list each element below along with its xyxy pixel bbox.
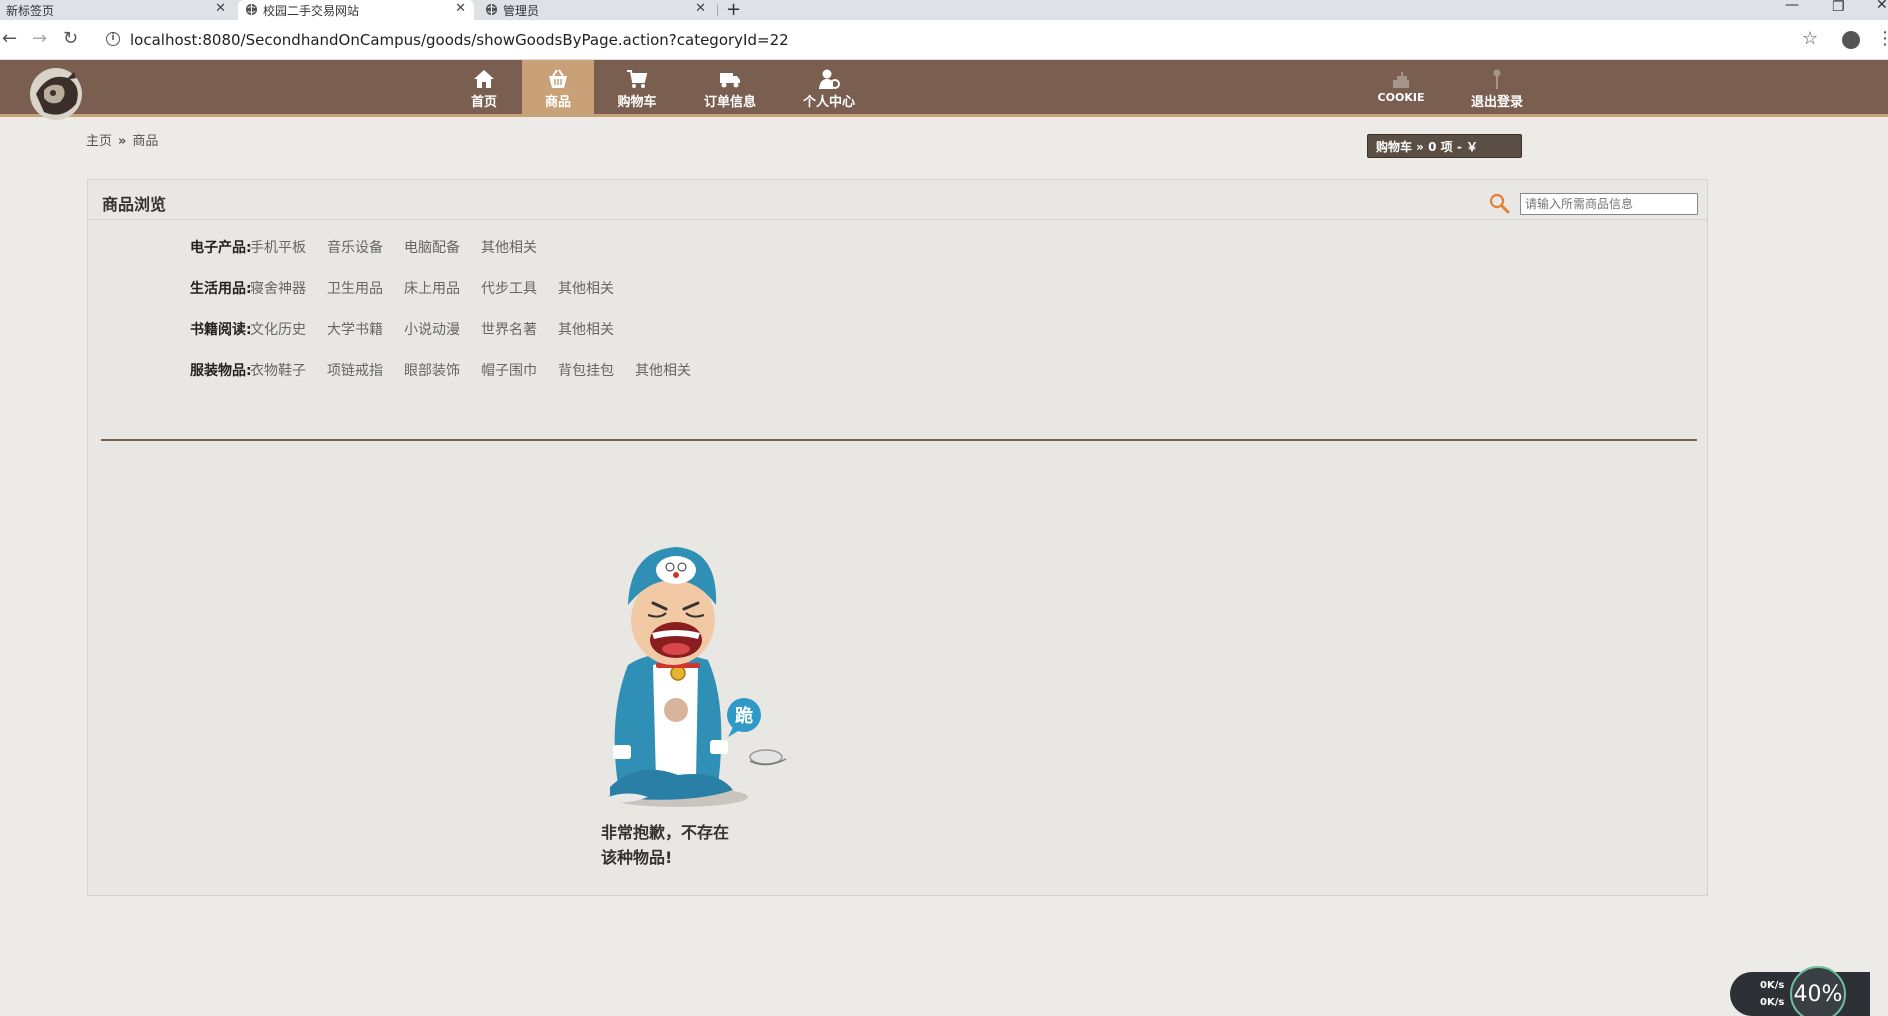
url-text[interactable]: localhost:8080/SecondhandOnCampus/goods/… — [130, 31, 789, 49]
breadcrumb: 主页 » 商品 — [86, 130, 158, 149]
category-label: 生活用品: — [190, 281, 252, 297]
home-icon — [474, 70, 494, 88]
tab-campus-site[interactable]: 校园二手交易网站 ✕ — [238, 0, 474, 20]
search-input[interactable] — [1520, 193, 1698, 215]
globe-icon — [485, 3, 498, 16]
nav-goods[interactable]: 商品 — [522, 60, 594, 117]
nav-home-label: 首页 — [470, 95, 497, 110]
panel-title: 商品浏览 — [102, 195, 167, 214]
breadcrumb-home[interactable]: 主页 — [86, 134, 112, 149]
nav-orders-label: 订单信息 — [703, 95, 756, 110]
nav-goods-label: 商品 — [544, 95, 571, 110]
upload-speed: 0K/s — [1760, 980, 1785, 991]
back-icon[interactable]: ← — [2, 28, 17, 49]
category-link[interactable]: 帽子围巾 — [481, 360, 537, 380]
site-logo[interactable] — [22, 64, 90, 122]
minimize-icon[interactable]: — — [1785, 0, 1799, 13]
category-link[interactable]: 其他相关 — [635, 360, 691, 380]
category-link[interactable]: 代步工具 — [481, 278, 537, 298]
crying-character-illustration: 跪 — [608, 547, 787, 807]
download-speed: 0K/s — [1760, 997, 1785, 1008]
category-link[interactable]: 世界名著 — [481, 319, 537, 339]
category-link[interactable]: 其他相关 — [481, 237, 537, 257]
tab-new-tab[interactable]: 新标签页 ✕ — [0, 0, 234, 20]
category-link[interactable]: 背包挂包 — [558, 360, 614, 380]
category-label: 书籍阅读: — [190, 322, 252, 338]
info-icon[interactable]: i — [106, 32, 120, 46]
network-speed-widget[interactable]: 0K/s 0K/s 40% — [1730, 966, 1870, 1016]
category-link[interactable]: 小说动漫 — [404, 319, 460, 339]
close-window-icon[interactable]: ✕ — [1876, 0, 1888, 13]
category-link[interactable]: 床上用品 — [404, 278, 460, 298]
category-link[interactable]: 眼部装饰 — [404, 360, 460, 380]
panel-header: 商品浏览 — [88, 180, 1707, 220]
restore-icon[interactable]: ❐ — [1832, 0, 1845, 15]
tab-admin[interactable]: 管理员 ✕ — [478, 0, 714, 20]
nav-cart[interactable]: 购物车 — [604, 60, 670, 117]
profile-icon[interactable] — [1842, 31, 1860, 49]
empty-message-line2: 该种物品! — [601, 848, 673, 867]
nav-cookie[interactable]: COOKIE — [1366, 60, 1436, 117]
category-link[interactable]: 其他相关 — [558, 278, 614, 298]
new-tab-button[interactable]: + — [726, 0, 741, 20]
category-link[interactable]: 手机平板 — [250, 237, 306, 257]
divider — [101, 439, 1697, 441]
cart-summary-button[interactable]: 购物车 » 0 项 - ￥ — [1367, 134, 1522, 158]
basket-icon — [549, 69, 567, 88]
nav-cookie-label: COOKIE — [1377, 91, 1425, 104]
close-icon[interactable]: ✕ — [215, 1, 226, 16]
browser-tab-bar: 新标签页 ✕ 校园二手交易网站 ✕ 管理员 ✕ + — ❐ ✕ — [0, 0, 1888, 20]
memory-percent: 40% — [1790, 966, 1846, 1016]
tab-title: 新标签页 — [6, 4, 55, 18]
category-link[interactable]: 文化历史 — [250, 319, 306, 339]
breadcrumb-current: 商品 — [132, 134, 159, 149]
search-icon[interactable] — [1488, 192, 1510, 214]
category-link[interactable]: 其他相关 — [558, 319, 614, 339]
reload-icon[interactable]: ↻ — [63, 28, 78, 49]
category-link[interactable]: 衣物鞋子 — [250, 360, 306, 380]
category-link[interactable]: 大学书籍 — [327, 319, 383, 339]
bookmark-star-icon[interactable]: ☆ — [1802, 28, 1818, 49]
cart-icon — [627, 70, 648, 88]
truck-icon — [720, 73, 740, 88]
url-field[interactable]: i localhost:8080/SecondhandOnCampus/good… — [98, 25, 1846, 55]
tab-title: 校园二手交易网站 — [263, 4, 360, 18]
category-label: 电子产品: — [190, 240, 252, 256]
nav-cart-label: 购物车 — [617, 95, 657, 110]
nav-logout-label: 退出登录 — [1470, 95, 1523, 110]
tab-separator — [717, 4, 718, 16]
nav-user-label: 个人中心 — [802, 95, 855, 110]
nav-user-center[interactable]: 个人中心 — [790, 60, 868, 117]
category-label: 服装物品: — [190, 363, 252, 379]
category-link[interactable]: 卫生用品 — [327, 278, 383, 298]
category-link[interactable]: 寝舍神器 — [250, 278, 306, 298]
forward-icon[interactable]: → — [32, 28, 47, 49]
nav-home[interactable]: 首页 — [456, 60, 512, 117]
nav-logout[interactable]: 退出登录 — [1460, 60, 1534, 117]
tab-title: 管理员 — [503, 4, 540, 18]
goods-browse-panel: 商品浏览 电子产品: 手机平板 音乐设备 电脑配备 其他相关 生活用品: 寝舍神… — [87, 179, 1708, 896]
user-icon — [819, 69, 840, 89]
close-icon[interactable]: ✕ — [455, 1, 466, 16]
address-bar: ← → ↻ i localhost:8080/SecondhandOnCampu… — [0, 20, 1888, 60]
badge-text: 跪 — [735, 705, 753, 727]
site-header: 首页 商品 购物车 订单信息 个人中心 COOKIE 退出登录 — [0, 60, 1888, 120]
cookie-icon — [1393, 72, 1409, 88]
category-link[interactable]: 项链戒指 — [327, 360, 383, 380]
close-icon[interactable]: ✕ — [695, 1, 706, 16]
category-link[interactable]: 音乐设备 — [327, 237, 383, 257]
category-link[interactable]: 电脑配备 — [404, 237, 460, 257]
menu-icon[interactable]: ⋮ — [1876, 28, 1888, 49]
nav-orders[interactable]: 订单信息 — [690, 60, 770, 117]
empty-result-message: 非常抱歉，不存在 该种物品! — [601, 820, 729, 870]
logout-icon — [1493, 69, 1501, 89]
globe-icon — [245, 3, 258, 16]
empty-message-line1: 非常抱歉，不存在 — [601, 823, 730, 842]
breadcrumb-separator: » — [118, 134, 127, 149]
